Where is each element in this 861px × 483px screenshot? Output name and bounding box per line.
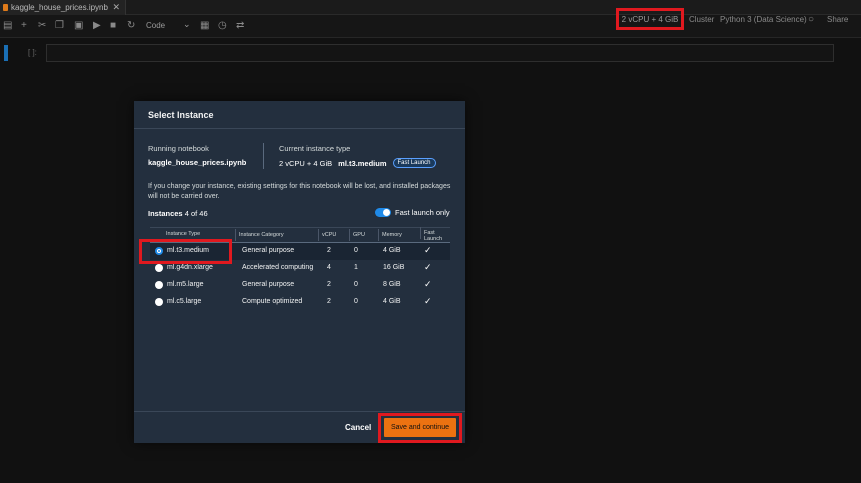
git-icon[interactable]: ⇄ [236,20,244,32]
cell-memory: 4 GiB [383,298,401,305]
running-notebook-value: kaggle_house_prices.ipynb [148,158,247,167]
clock-icon[interactable]: ◷ [218,20,227,32]
dialog-title: Select Instance [148,109,214,120]
col-instance-type: Instance Type [166,231,201,237]
cluster-button[interactable]: Cluster [689,8,714,30]
fast-launch-badge: Fast Launch [392,158,436,168]
close-icon[interactable]: ✕ [112,2,120,13]
toggle-knob [383,209,390,216]
notebook-icon [3,4,8,11]
active-cell-indicator [4,45,8,61]
radio-button[interactable] [155,281,163,289]
run-icon[interactable]: ▶ [93,20,101,32]
cell-instance-category: General purpose [242,281,295,288]
instances-count: Instances 4 of 46 [148,209,208,218]
add-icon[interactable]: + [21,20,27,32]
stop-icon[interactable]: ■ [110,20,116,32]
checkmark-icon: ✓ [424,262,432,272]
instances-label: Instances [148,209,183,218]
kernel-status-icon: ○ [808,13,815,25]
kernel-name[interactable]: Python 3 (Data Science) [720,8,807,30]
instances-count-value: 4 of 46 [184,209,208,218]
cell-instance-type: ml.g4dn.xlarge [167,264,213,271]
fast-launch-toggle[interactable]: Fast launch only [375,208,450,217]
col-gpu: GPU [349,229,365,241]
col-fast-launch: Fast Launch [420,227,448,242]
notebook-tab[interactable]: kaggle_house_prices.ipynb ✕ [0,0,126,15]
cell-gpu: 0 [354,281,358,288]
save-icon[interactable]: ▤ [3,20,12,32]
radio-button[interactable] [155,264,163,272]
cell-memory: 16 GiB [383,264,405,271]
cell-vcpu: 2 [327,281,331,288]
table-row[interactable]: ml.c5.large Compute optimized 2 0 4 GiB ✓ [150,294,450,311]
restart-icon[interactable]: ↻ [127,20,135,32]
current-instance-value: 2 vCPU + 4 GiB ml.t3.medium Fast Launch [279,158,436,168]
cell-type-select[interactable]: Code [146,21,165,30]
cancel-button[interactable]: Cancel [345,423,371,432]
dialog-header: Select Instance [134,101,465,129]
cell-instance-type: ml.m5.large [167,281,204,288]
table-row[interactable]: ml.m5.large General purpose 2 0 8 GiB ✓ [150,277,450,294]
cell-memory: 8 GiB [383,281,401,288]
info-divider [263,143,264,169]
cell-vcpu: 2 [327,298,331,305]
cut-icon[interactable]: ✂ [38,20,46,32]
current-instance-label: Current instance type [279,144,351,153]
cell-gpu: 1 [354,264,358,271]
cell-gpu: 0 [354,247,358,254]
instance-type-button[interactable]: 2 vCPU + 4 GiB [616,8,684,30]
tab-title: kaggle_house_prices.ipynb [11,3,108,12]
selected-row-highlight [139,239,232,264]
checkmark-icon: ✓ [424,245,432,255]
warning-text: If you change your instance, existing se… [148,183,451,200]
toggle-switch[interactable] [375,208,391,217]
select-instance-dialog: Select Instance Running notebook kaggle_… [134,101,465,443]
checkmark-icon: ✓ [424,296,432,306]
cell-instance-category: General purpose [242,247,295,254]
cell-vcpu: 4 [327,264,331,271]
checkmark-icon: ✓ [424,279,432,289]
current-instance-spec: 2 vCPU + 4 GiB [279,158,333,168]
cell-vcpu: 2 [327,247,331,254]
paste-icon[interactable]: ▣ [74,20,83,32]
cell-instance-category: Compute optimized [242,298,303,305]
col-vcpu: vCPU [318,229,336,241]
save-and-continue-button[interactable]: Save and continue [384,418,456,437]
toggle-label: Fast launch only [395,208,450,217]
radio-button[interactable] [155,298,163,306]
cell-instance-type: ml.c5.large [167,298,202,305]
copy-icon[interactable]: ❐ [55,20,64,32]
col-memory: Memory [378,229,402,241]
code-cell-input[interactable] [46,44,834,62]
cell-memory: 4 GiB [383,247,401,254]
cell-prompt: [ ]: [28,48,37,57]
running-notebook-label: Running notebook [148,144,209,153]
cell-gpu: 0 [354,298,358,305]
share-button[interactable]: Share [827,8,848,30]
col-instance-category: Instance Category [235,229,284,241]
current-instance-type: ml.t3.medium [338,158,387,168]
cell-instance-category: Accelerated computing [242,264,314,271]
chevron-down-icon[interactable]: ⌄ [183,19,191,30]
terminal-icon[interactable]: ▦ [200,20,209,32]
